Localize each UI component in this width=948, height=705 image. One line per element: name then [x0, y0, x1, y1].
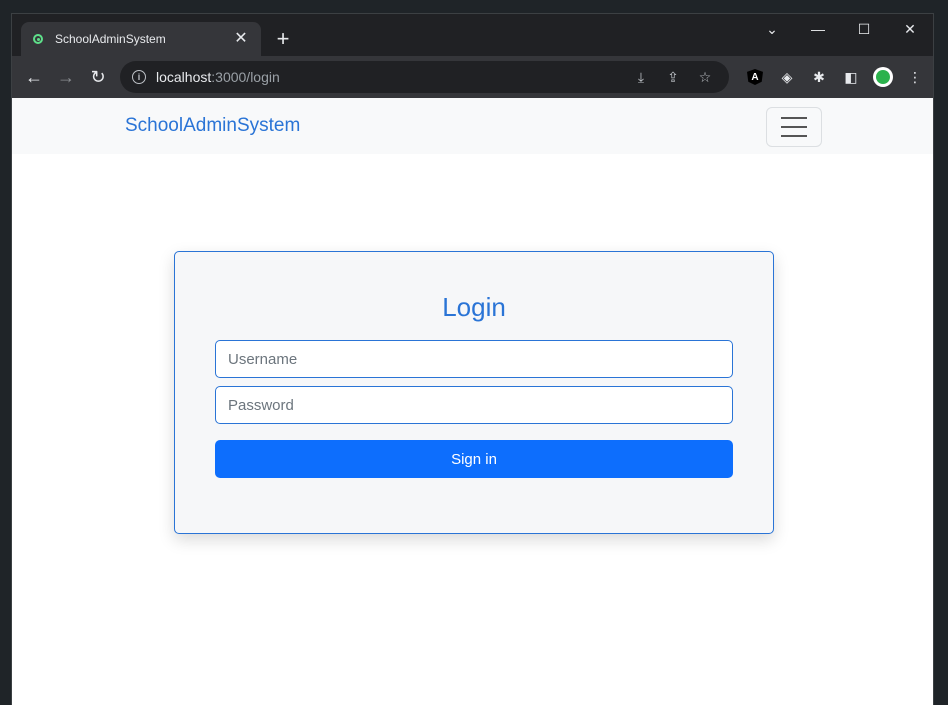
browser-window: SchoolAdminSystem ✕ + ⌄ — ☐ ✕ ← → ↻ i lo… — [11, 13, 934, 705]
login-card: Login Sign in — [174, 251, 774, 534]
page-viewport: SchoolAdminSystem Login Sign in — [12, 98, 933, 705]
hamburger-line — [781, 117, 807, 119]
url-host: localhost — [156, 69, 212, 85]
navbar-toggler-button[interactable] — [766, 107, 822, 147]
login-title: Login — [442, 292, 506, 322]
reload-button[interactable]: ↻ — [82, 61, 114, 93]
minimize-button[interactable]: — — [795, 14, 841, 44]
close-window-button[interactable]: ✕ — [887, 14, 933, 44]
forward-button[interactable]: → — [50, 61, 82, 93]
new-tab-button[interactable]: + — [271, 28, 295, 50]
browser-tab[interactable]: SchoolAdminSystem ✕ — [21, 22, 261, 56]
angular-devtools-extension[interactable]: A — [739, 61, 771, 93]
browser-toolbar: ← → ↻ i localhost :3000/login ⤓ ⇪ ☆ A ◈ … — [12, 56, 933, 98]
navbar-brand[interactable]: SchoolAdminSystem — [125, 115, 300, 137]
back-button[interactable]: ← — [18, 61, 50, 93]
navbar: SchoolAdminSystem — [12, 98, 933, 154]
site-info-icon[interactable]: i — [132, 70, 146, 84]
address-bar-actions: ⤓ ⇪ ☆ — [625, 61, 721, 93]
layers-extension-icon[interactable]: ◈ — [771, 61, 803, 93]
profile-avatar[interactable] — [867, 61, 899, 93]
bookmark-star-icon[interactable]: ☆ — [689, 61, 721, 93]
tab-close-icon[interactable]: ✕ — [233, 31, 249, 47]
tab-search-icon[interactable]: ⌄ — [749, 14, 795, 44]
url-path: :3000/login — [211, 69, 280, 85]
tab-title: SchoolAdminSystem — [55, 32, 166, 46]
extensions-area: A ◈ ✱ ◧ ⋮ — [739, 61, 931, 93]
browser-menu-icon[interactable]: ⋮ — [899, 61, 931, 93]
window-controls: ⌄ — ☐ ✕ — [749, 14, 933, 44]
username-input[interactable] — [215, 340, 733, 378]
share-icon[interactable]: ⇪ — [657, 61, 689, 93]
install-app-icon[interactable]: ⤓ — [625, 61, 657, 93]
tab-strip: SchoolAdminSystem ✕ + ⌄ — ☐ ✕ — [12, 14, 933, 56]
address-bar[interactable]: i localhost :3000/login ⤓ ⇪ ☆ — [120, 61, 729, 93]
favicon-icon — [33, 34, 43, 44]
hamburger-line — [781, 135, 807, 137]
password-input[interactable] — [215, 386, 733, 424]
avatar-icon — [873, 67, 893, 87]
maximize-button[interactable]: ☐ — [841, 14, 887, 44]
hamburger-line — [781, 126, 807, 128]
side-panel-icon[interactable]: ◧ — [835, 61, 867, 93]
extensions-puzzle-icon[interactable]: ✱ — [803, 61, 835, 93]
angular-icon: A — [747, 69, 763, 85]
sign-in-button[interactable]: Sign in — [215, 440, 733, 478]
